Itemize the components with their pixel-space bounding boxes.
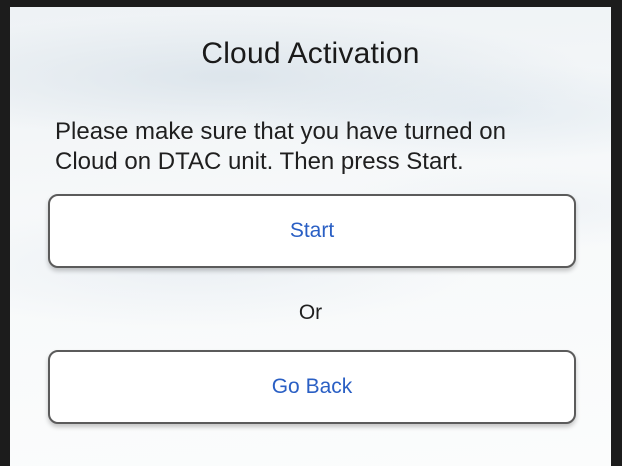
start-button[interactable]: Start [48, 194, 576, 268]
page-title: Cloud Activation [201, 37, 420, 70]
go-back-button-label: Go Back [271, 375, 353, 398]
or-separator: Or [298, 301, 323, 324]
start-button-label: Start [289, 219, 335, 242]
instruction-text: Please make sure that you have turned on… [55, 118, 506, 175]
go-back-button[interactable]: Go Back [48, 350, 576, 424]
cloud-activation-screen: Cloud Activation Please make sure that y… [0, 0, 622, 466]
